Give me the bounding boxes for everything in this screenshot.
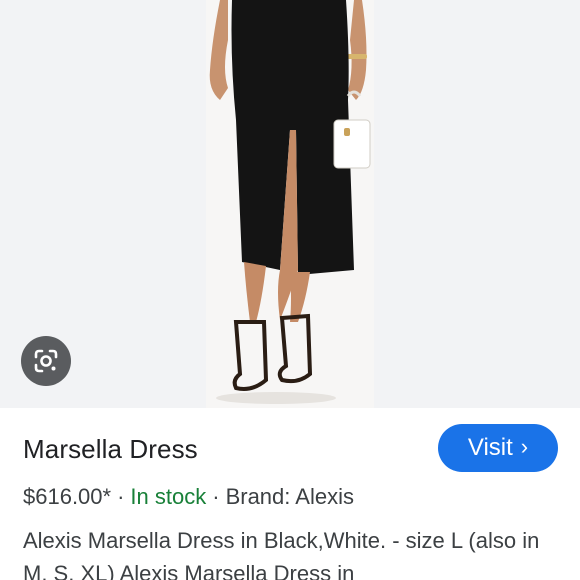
product-info: Marsella Dress Visit › $616.00* · In stock… [0,408,580,580]
separator: · [117,484,125,509]
visit-button-label: Visit [467,434,513,461]
visit-button[interactable]: Visit › [438,424,558,472]
stock-status: In stock [130,484,207,509]
product-price: $616.00* [23,484,112,509]
lens-search-button[interactable] [21,336,71,386]
product-brand: Brand: Alexis [225,484,354,509]
chevron-right-icon: › [520,434,529,459]
product-title[interactable]: Marsella Dress [23,434,198,465]
google-lens-icon [34,349,58,373]
search-result-card: Marsella Dress Visit › $616.00* · In stock… [0,0,580,580]
product-image-area[interactable] [0,0,580,408]
product-photo[interactable] [206,0,374,408]
dress-model-illustration [206,0,374,408]
product-description: Alexis Marsella Dress in Black,White. - … [23,528,540,580]
product-meta: $616.00* · In stock · Brand: Alexis [23,484,354,510]
separator: · [212,484,220,509]
